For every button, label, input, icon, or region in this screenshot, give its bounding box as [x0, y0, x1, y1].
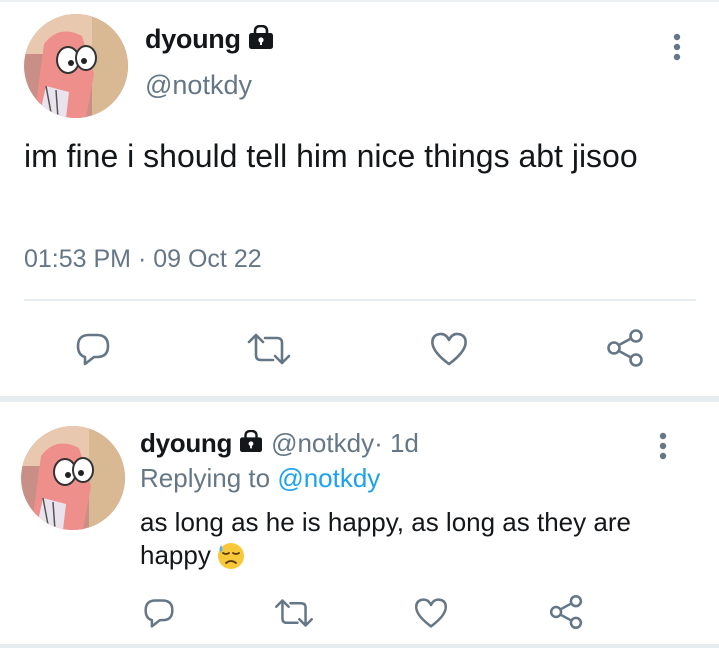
tweet-text: as long as he is happy, as long as they … [140, 506, 700, 578]
top-divider [0, 0, 719, 2]
share-icon[interactable] [605, 328, 645, 373]
retweet-icon[interactable] [247, 331, 291, 372]
avatar[interactable] [21, 426, 125, 530]
replying-to-label: Replying to [140, 463, 278, 493]
more-vertical-icon[interactable] [670, 33, 684, 68]
handle[interactable]: @notkdy [271, 428, 374, 459]
tweet-text: im fine i should tell him nice things ab… [24, 138, 638, 174]
lock-icon [239, 428, 263, 459]
main-name-row: dyoung [145, 24, 274, 55]
more-vertical-icon[interactable] [656, 432, 670, 467]
section-divider [0, 396, 719, 402]
share-icon[interactable] [548, 594, 584, 635]
display-name[interactable]: dyoung [140, 428, 232, 459]
retweet-icon[interactable] [274, 597, 314, 634]
bottom-divider [0, 644, 719, 648]
mention-link[interactable]: @notkdy [277, 463, 380, 493]
lock-icon [248, 24, 274, 54]
like-icon[interactable] [430, 331, 468, 372]
avatar[interactable] [24, 14, 128, 118]
main-tweet: dyoung @notkdy im fine i should tell him… [0, 0, 719, 398]
reply-header: dyoung @notkdy · 1d [140, 428, 419, 459]
reply-icon[interactable] [75, 331, 111, 372]
timestamp[interactable]: 01:53 PM · 09 Oct 22 [24, 245, 262, 274]
like-icon[interactable] [414, 597, 448, 634]
divider [24, 299, 696, 301]
display-name[interactable]: dyoung [145, 24, 241, 55]
replying-to: Replying to @notkdy [140, 463, 380, 494]
downcast-face-with-sweat-icon [217, 542, 245, 578]
reply-icon[interactable] [143, 597, 175, 634]
reply-text-content: as long as he is happy, as long as they … [140, 507, 631, 570]
relative-time: · 1d [374, 428, 419, 458]
handle[interactable]: @notkdy [145, 70, 252, 101]
